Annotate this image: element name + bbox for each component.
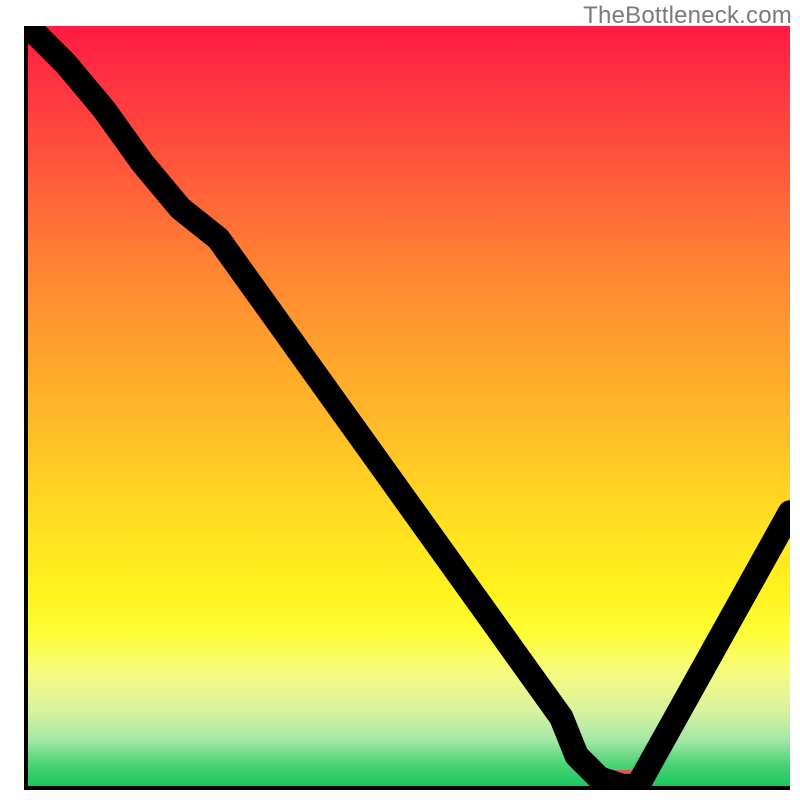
plot-area xyxy=(24,26,790,790)
chart-root: TheBottleneck.com xyxy=(0,0,800,800)
gradient-background xyxy=(28,26,790,786)
minimum-marker xyxy=(600,770,646,784)
watermark-text: TheBottleneck.com xyxy=(583,2,792,30)
